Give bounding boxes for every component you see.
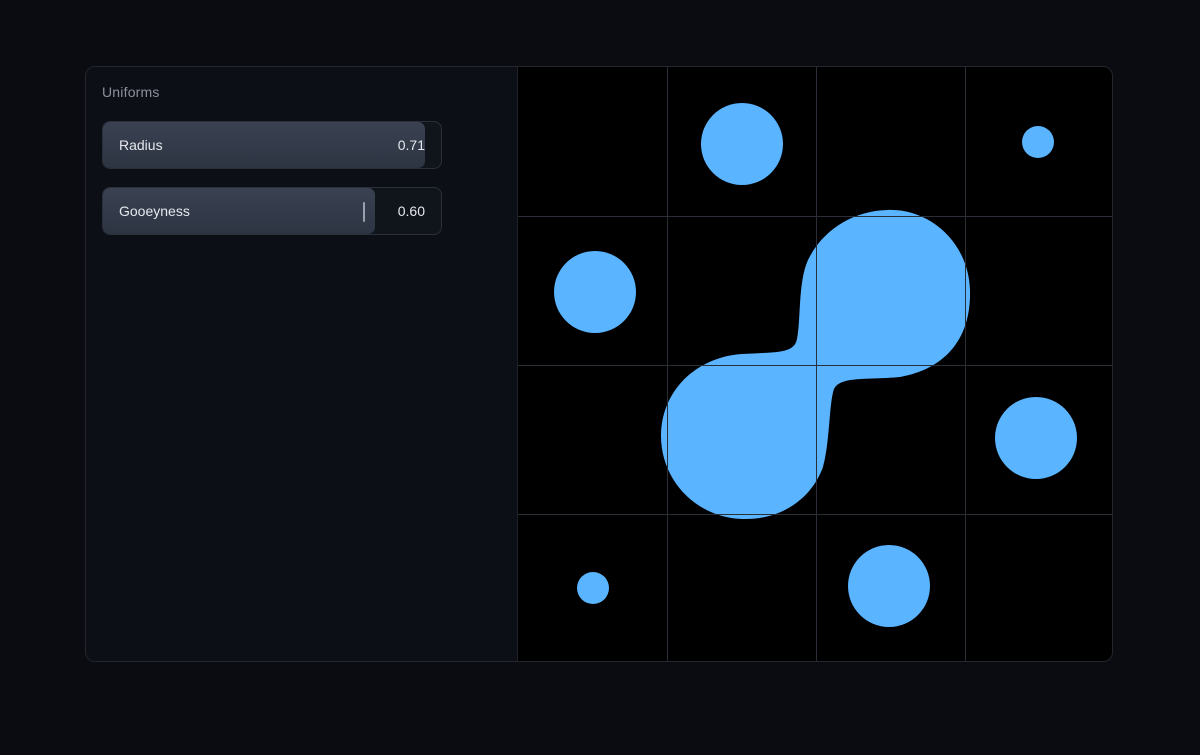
metaball-blob (701, 103, 783, 185)
shader-canvas[interactable] (518, 67, 1112, 661)
uniforms-panel: Uniforms Radius 0.71 Gooeyness 0.60 (86, 67, 518, 661)
metaball-blob (1022, 126, 1054, 158)
metaball-blob (848, 545, 930, 627)
gooeyness-slider[interactable]: Gooeyness 0.60 (102, 187, 442, 235)
radius-slider-value: 0.71 (397, 137, 425, 153)
metaball-blob (577, 572, 609, 604)
gooeyness-slider-value: 0.60 (397, 203, 425, 219)
merged-metaball-blob (661, 209, 971, 520)
gooeyness-slider-label: Gooeyness (119, 203, 190, 219)
radius-slider-label: Radius (119, 137, 163, 153)
panel-title: Uniforms (102, 84, 160, 100)
gooeyness-slider-handle[interactable] (363, 202, 365, 222)
radius-slider[interactable]: Radius 0.71 (102, 121, 442, 169)
shader-output (518, 67, 1112, 661)
metaball-blob (995, 397, 1077, 479)
shader-playground: Uniforms Radius 0.71 Gooeyness 0.60 (85, 66, 1113, 662)
metaball-blob (554, 251, 636, 333)
